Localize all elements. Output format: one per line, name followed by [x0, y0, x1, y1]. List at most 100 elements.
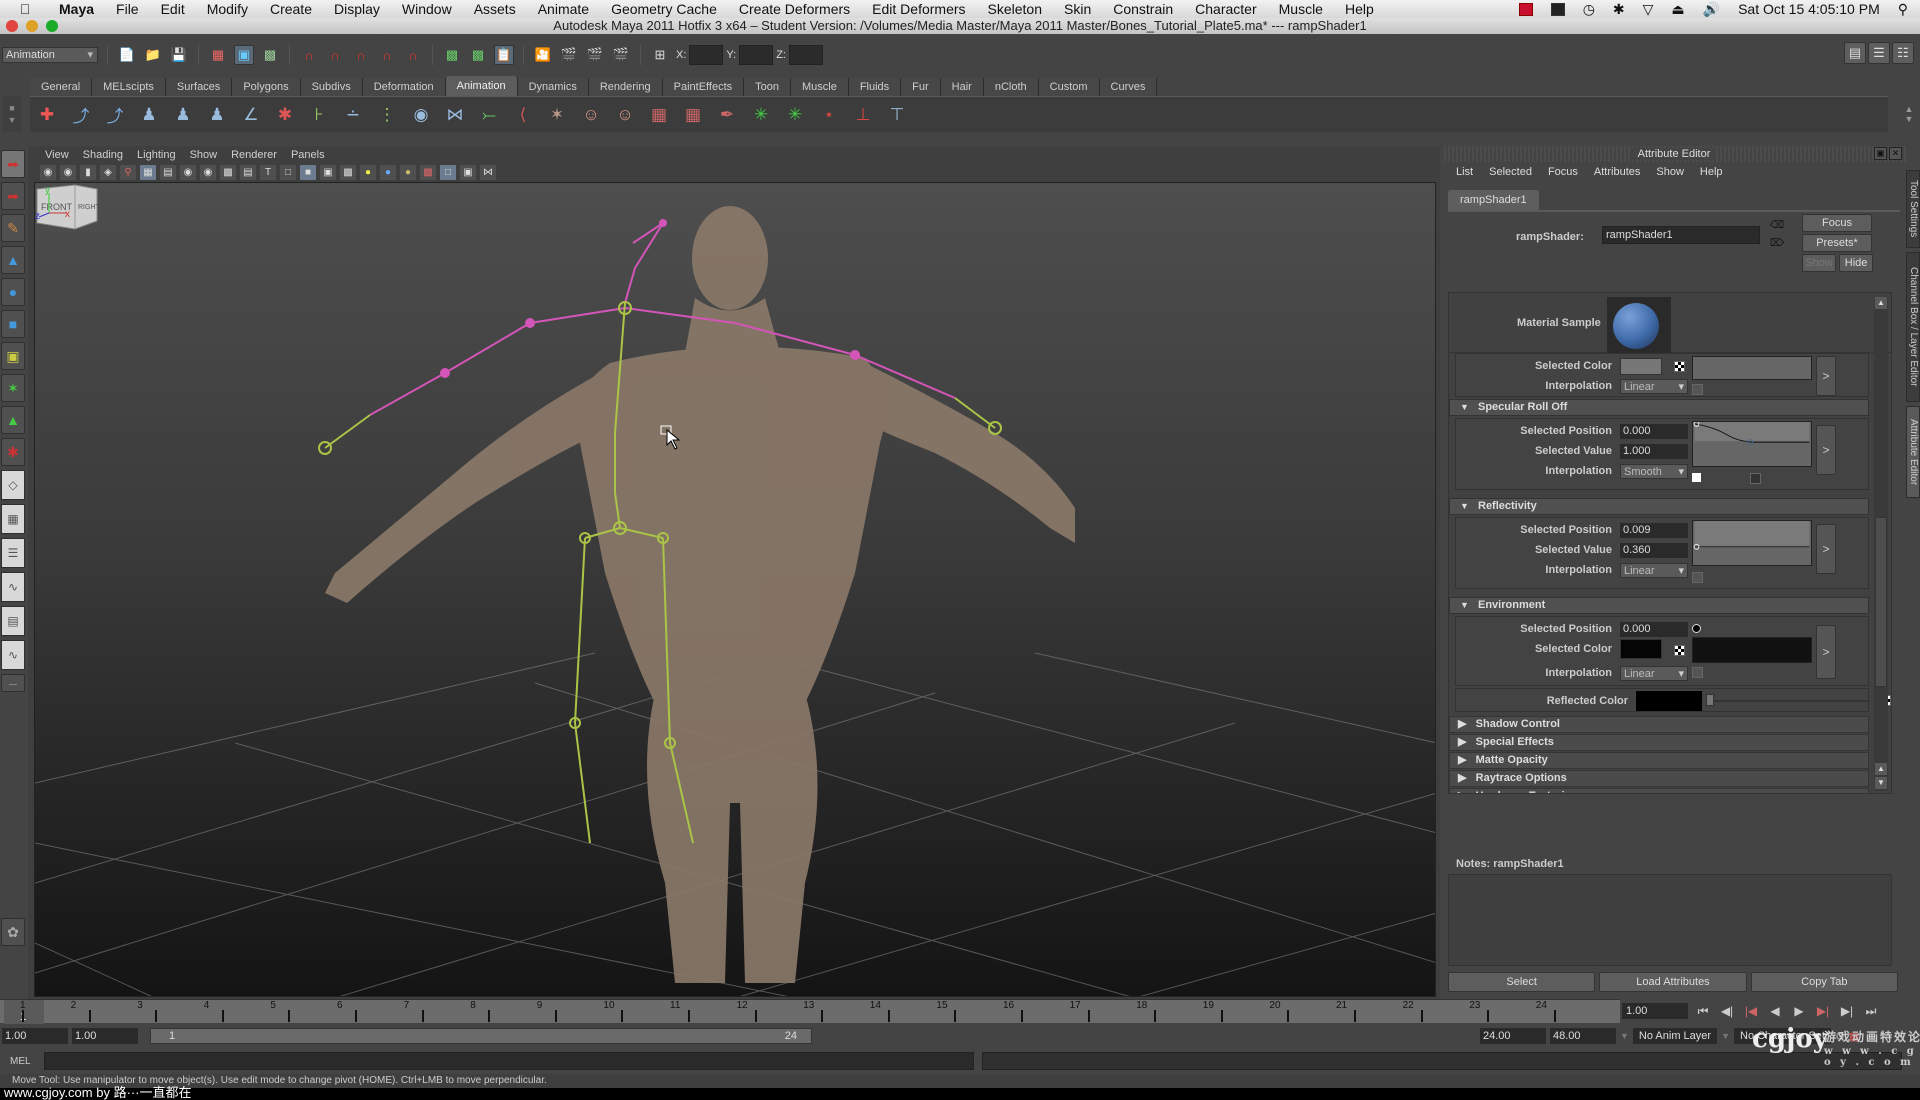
menu-animate[interactable]: Animate: [527, 1, 600, 17]
joint-chain-icon[interactable]: ⤚: [476, 101, 502, 129]
layout-persp-trax-icon[interactable]: ∿: [1, 640, 25, 670]
layout-persp-graph-icon[interactable]: ∿: [1, 572, 25, 602]
input-connections-icon[interactable]: ▩: [442, 45, 462, 65]
time-machine-icon[interactable]: ◷: [1583, 1, 1595, 18]
environment-interpolation-dropdown[interactable]: Linear: [1620, 665, 1688, 682]
image-plane-icon[interactable]: ◈: [100, 164, 116, 180]
input-connection-icon[interactable]: ⌫: [1770, 220, 1784, 231]
section-shadow-control[interactable]: ▶ Shadow Control: [1449, 716, 1869, 733]
reflectivity-interpolation-dropdown[interactable]: Linear: [1620, 562, 1688, 579]
wireframe-on-shaded-icon[interactable]: ▣: [320, 164, 336, 180]
rotate-tool-icon[interactable]: ●: [1, 278, 25, 306]
render-current-frame-icon[interactable]: 🎬: [559, 45, 579, 65]
paint-select-tool-icon[interactable]: ✎: [1, 214, 25, 242]
select-by-component-icon[interactable]: ▩: [260, 45, 280, 65]
shelf-tab-muscle[interactable]: Muscle: [790, 78, 849, 96]
layout-hypershade-icon[interactable]: ▤: [1, 606, 25, 636]
toggle-attribute-editor-icon[interactable]: ▤: [1844, 42, 1866, 64]
bookmarks-icon[interactable]: ▮: [80, 164, 96, 180]
play-forward-icon[interactable]: ▶: [1790, 1004, 1808, 1018]
smooth-bind-icon[interactable]: ☺: [612, 101, 638, 129]
reflectivity-position-field[interactable]: 0.009: [1620, 522, 1688, 538]
time-slider[interactable]: 1 12345678910111213141516171819202122232…: [0, 999, 1620, 1024]
menu-help[interactable]: Help: [1334, 1, 1385, 17]
ae-menu-help[interactable]: Help: [1692, 166, 1731, 178]
lasso-tool-icon[interactable]: ➦: [1, 182, 25, 210]
scroll-up-icon[interactable]: ▲: [1875, 297, 1887, 309]
last-tool-icon[interactable]: ✱: [1, 438, 25, 466]
locator-icon[interactable]: ✳: [782, 101, 808, 129]
select-by-object-icon[interactable]: ▣: [234, 45, 254, 65]
ae-menu-attributes[interactable]: Attributes: [1586, 166, 1648, 178]
render-settings-icon[interactable]: 🎬: [611, 45, 631, 65]
command-input[interactable]: [44, 1052, 974, 1070]
minimize-window-button[interactable]: [26, 20, 38, 32]
shelf-tab-general[interactable]: General: [30, 78, 93, 96]
construction-history-icon[interactable]: 📋: [494, 45, 514, 65]
shelf-tab-ncloth[interactable]: nCloth: [983, 78, 1039, 96]
ae-tab-rampshader1[interactable]: rampShader1: [1448, 190, 1539, 210]
joint-tool-icon[interactable]: ∠: [238, 101, 264, 129]
playback-end-field[interactable]: 24.00: [1480, 1028, 1546, 1044]
close-window-button[interactable]: [6, 20, 18, 32]
reflected-color-slider[interactable]: [1708, 700, 1868, 702]
open-scene-icon[interactable]: 📁: [143, 45, 163, 65]
bluetooth-icon[interactable]: ✱: [1613, 1, 1625, 18]
clock[interactable]: Sat Oct 15 4:05:10 PM: [1738, 1, 1880, 17]
shelf-menu[interactable]: ■ ▼: [2, 96, 22, 132]
ae-menu-show[interactable]: Show: [1648, 166, 1692, 178]
z-field[interactable]: [788, 45, 823, 65]
save-scene-icon[interactable]: 💾: [169, 45, 189, 65]
skeleton-icon[interactable]: ♟: [204, 101, 230, 129]
snap-view-plane-icon[interactable]: ∩: [377, 45, 397, 65]
layout-four-view-icon[interactable]: ▦: [1, 504, 25, 534]
activity-red-icon[interactable]: [1518, 2, 1533, 16]
step-forward-frame-icon[interactable]: ▶|: [1814, 1004, 1832, 1018]
snap-curve-icon[interactable]: ∩: [325, 45, 345, 65]
shelf-tab-subdivs[interactable]: Subdivs: [300, 78, 363, 96]
move-tool-icon[interactable]: ▲: [1, 246, 25, 274]
field-chart-icon[interactable]: ▩: [220, 164, 236, 180]
show-button[interactable]: Show: [1802, 254, 1836, 272]
specular-position-field[interactable]: 0.000: [1620, 423, 1688, 439]
reflected-color-swatch[interactable]: [1636, 691, 1702, 711]
remove-entry-icon[interactable]: [1692, 667, 1703, 678]
xray-icon[interactable]: □: [440, 164, 456, 180]
ipr-render-icon[interactable]: 🎬: [585, 45, 605, 65]
orient-constraint-icon[interactable]: ⊤: [884, 101, 910, 129]
panel-menu-view[interactable]: View: [38, 149, 76, 161]
step-back-key-icon[interactable]: ◀|: [1718, 1004, 1736, 1018]
copy-tab-button[interactable]: Copy Tab: [1750, 972, 1898, 992]
search-icon[interactable]: ⚲: [1898, 1, 1908, 18]
paint-weights-icon[interactable]: ☺: [578, 101, 604, 129]
ik-handle-icon[interactable]: ⤴: [68, 101, 94, 129]
specular-roll-off-graph[interactable]: [1692, 421, 1812, 467]
menu-file[interactable]: File: [105, 1, 150, 17]
color-ramp-graph[interactable]: [1692, 356, 1812, 380]
panel-menu-panels[interactable]: Panels: [284, 149, 332, 161]
section-matte-opacity[interactable]: ▶ Matte Opacity: [1449, 752, 1869, 769]
section-environment[interactable]: ▼ Environment: [1449, 597, 1869, 614]
selected-color-swatch[interactable]: [1620, 357, 1662, 375]
select-tool-icon[interactable]: ➦: [1, 150, 25, 178]
layout-menu-icon[interactable]: –: [1, 674, 25, 692]
copy-weights-icon[interactable]: ▦: [680, 101, 706, 129]
resolution-gate-icon[interactable]: ◉: [180, 164, 196, 180]
environment-graph[interactable]: [1692, 637, 1812, 663]
select-by-hierarchy-icon[interactable]: ▦: [208, 45, 228, 65]
shelf-tab-surfaces[interactable]: Surfaces: [165, 78, 233, 96]
specular-interpolation-dropdown[interactable]: Smooth: [1620, 463, 1688, 480]
render-view-icon[interactable]: 🎦: [533, 45, 553, 65]
smooth-shade-icon[interactable]: ■: [300, 164, 316, 180]
mirror-weights-icon[interactable]: ✒: [714, 101, 740, 129]
show-manipulator-icon[interactable]: ▲: [1, 406, 25, 434]
range-slider[interactable]: 1 24: [150, 1028, 812, 1044]
interpolation-dropdown[interactable]: Linear: [1620, 378, 1688, 395]
range-slider-end[interactable]: 24: [785, 1030, 797, 1042]
character-icon[interactable]: ♟: [136, 101, 162, 129]
perspective-viewport[interactable]: FRONT RIGHT y x z: [34, 182, 1436, 997]
section-hardware-texturing[interactable]: ▶ Hardware Texturing: [1449, 788, 1869, 793]
shelf-tab-hair[interactable]: Hair: [940, 78, 984, 96]
layout-single-perspective-icon[interactable]: ◇: [1, 470, 25, 500]
safe-title-icon[interactable]: T: [260, 164, 276, 180]
